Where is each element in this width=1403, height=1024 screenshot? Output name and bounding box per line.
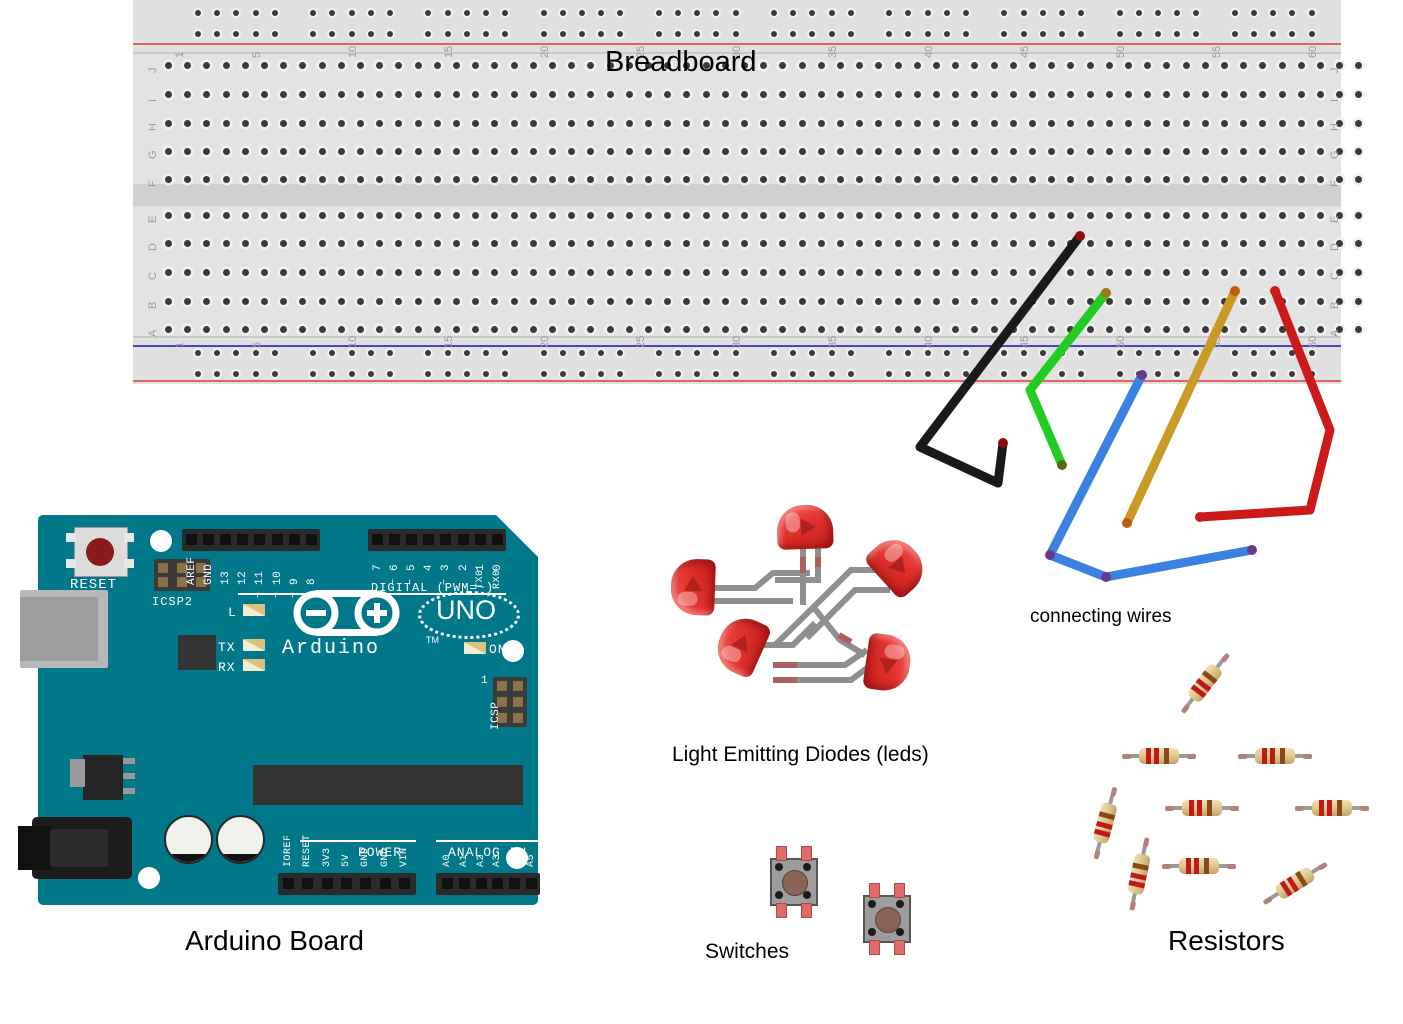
breadboard-center-channel [133, 184, 1341, 206]
rx-led-label: RX [218, 660, 236, 675]
resistors-group[interactable] [1060, 652, 1390, 930]
power-jack[interactable] [18, 817, 132, 879]
resistor-8[interactable] [1162, 858, 1236, 874]
wire-yellow[interactable] [1122, 286, 1240, 528]
icsp2-label: ICSP2 [152, 595, 194, 609]
icsp2-header[interactable] [154, 559, 210, 591]
tutorial-parts-diagram: 1 1 5 5 10 10 15 15 20 20 25 25 30 30 35 35 40 40 45 45 50 50… [0, 0, 1403, 1024]
l-led-label: L [228, 605, 237, 620]
analog-divider-line [436, 840, 540, 842]
resistor-4[interactable] [1088, 785, 1123, 861]
switch-1-cap[interactable] [782, 870, 808, 896]
mounting-hole-bottom-left [138, 867, 160, 889]
uno-model-label: UNO [436, 595, 496, 625]
tx-led-label: TX [218, 640, 236, 655]
crystal-oscillator [178, 635, 216, 670]
switch-1[interactable] [770, 846, 818, 918]
on-led [464, 642, 486, 654]
capacitor-2 [216, 815, 265, 864]
resistor-7[interactable] [1123, 836, 1154, 912]
usb-connector-inner [20, 597, 98, 661]
arduino-board-label: Arduino Board [185, 925, 365, 956]
breadboard-top-power-rail[interactable] [133, 0, 1341, 52]
leds-label: Light Emitting Diodes (leds) [672, 743, 929, 766]
reset-button[interactable] [66, 527, 134, 577]
switch-2-cap[interactable] [875, 907, 901, 933]
icsp-pin1-label: 1 [481, 675, 489, 687]
tx-led [243, 639, 265, 651]
resistor-2[interactable] [1122, 748, 1196, 764]
rail-positive-line-top [133, 43, 1341, 45]
on-led-label: ON [489, 642, 507, 657]
wire-green[interactable] [1025, 288, 1111, 470]
arduino-wordmark: Arduino [282, 637, 381, 660]
resistor-3[interactable] [1238, 748, 1312, 764]
l-led [243, 604, 265, 616]
arduino-uno-board[interactable]: RESET ICSP2 ICSP 1 L TX RX ON UNO Arduin… [18, 515, 540, 905]
breadboard-label: Breadboard [605, 46, 757, 78]
arduino-trademark: TM [426, 635, 439, 645]
resistor-6[interactable] [1295, 800, 1369, 816]
connecting-wires-group[interactable] [880, 225, 1380, 645]
switch-2[interactable] [863, 883, 911, 955]
capacitor-1 [164, 815, 213, 864]
leds-group[interactable] [655, 504, 955, 705]
resistor-9[interactable] [1259, 857, 1330, 910]
power-divider-line [300, 840, 416, 842]
rx-led [243, 659, 265, 671]
microcontroller-ic [253, 765, 523, 805]
connecting-wires-label: connecting wires [1030, 606, 1172, 627]
resistors-label: Resistors [1168, 925, 1285, 956]
icsp-label: ICSP [490, 701, 502, 730]
switches-label: Switches [705, 940, 790, 963]
mounting-hole-top-left [150, 530, 172, 552]
resistor-1[interactable] [1176, 649, 1234, 717]
voltage-regulator [70, 755, 135, 800]
resistor-5[interactable] [1165, 800, 1239, 816]
arduino-infinity-logo [293, 590, 400, 636]
